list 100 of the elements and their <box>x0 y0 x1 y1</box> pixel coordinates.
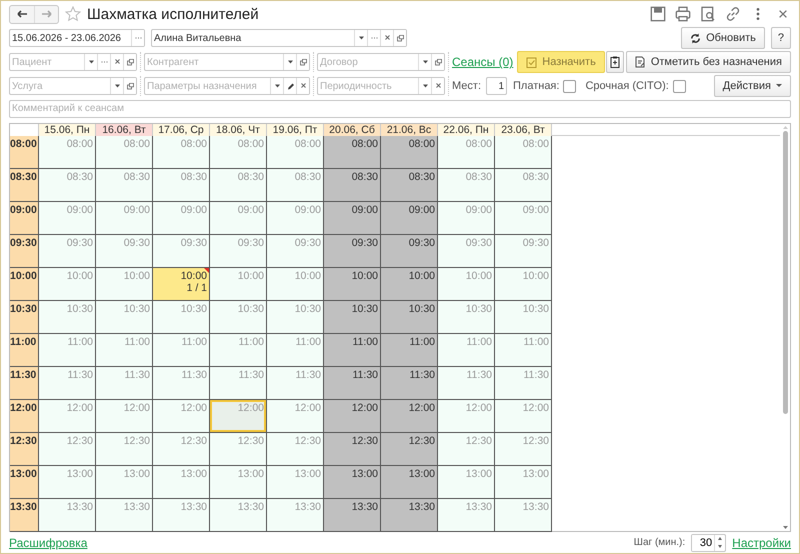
clear-button[interactable] <box>110 54 123 70</box>
time-slot[interactable]: 12:30 <box>39 433 96 466</box>
places-field[interactable]: 1 <box>487 78 506 94</box>
period-field[interactable]: 15.06.2026 - 23.06.2026 <box>9 29 145 48</box>
time-slot[interactable]: 11:00 <box>153 334 210 368</box>
time-slot[interactable]: 10:30 <box>324 301 381 334</box>
input-field[interactable]: Алина Витальевна <box>152 30 354 46</box>
time-slot[interactable]: 12:30 <box>495 433 552 466</box>
time-slot[interactable]: 13:30 <box>153 499 210 532</box>
time-slot[interactable]: 13:00 <box>495 466 552 500</box>
decrement-icon[interactable] <box>718 545 722 548</box>
dropdown-button[interactable] <box>418 54 431 70</box>
time-slot[interactable]: 10:00 <box>210 268 267 302</box>
time-slot[interactable]: 12:30 <box>210 433 267 466</box>
time-slot[interactable]: 10:30 <box>267 301 324 334</box>
clear-button[interactable] <box>296 78 309 94</box>
time-slot[interactable]: 12:00 <box>153 400 210 434</box>
refresh-button[interactable]: Обновить <box>681 27 765 50</box>
time-slot[interactable]: 12:00 <box>39 400 96 434</box>
time-slot[interactable]: 13:30 <box>495 499 552 532</box>
time-slot[interactable]: 08:30 <box>381 169 438 202</box>
time-slot[interactable]: 10:30 <box>153 301 210 334</box>
time-slot[interactable]: 09:30 <box>438 235 495 268</box>
settings-link[interactable]: Настройки <box>732 536 791 550</box>
time-slot[interactable]: 08:00 <box>267 136 324 170</box>
dropdown-button[interactable] <box>110 78 123 94</box>
time-slot[interactable]: 10:30 <box>210 301 267 334</box>
time-slot[interactable]: 13:00 <box>39 466 96 500</box>
time-slot[interactable]: 11:30 <box>39 367 96 400</box>
time-slot[interactable]: 13:00 <box>96 466 153 500</box>
booked-slot[interactable]: 10:00 1 / 1 <box>153 268 210 302</box>
time-slot[interactable]: 08:30 <box>96 169 153 202</box>
time-slot[interactable]: 13:30 <box>381 499 438 532</box>
time-slot[interactable]: 12:30 <box>381 433 438 466</box>
print-icon[interactable] <box>675 6 691 22</box>
time-slot[interactable]: 09:30 <box>381 235 438 268</box>
time-slot[interactable]: 08:00 <box>96 136 153 170</box>
time-slot[interactable]: 08:30 <box>39 169 96 202</box>
time-slot[interactable]: 10:30 <box>96 301 153 334</box>
time-slot[interactable]: 10:30 <box>495 301 552 334</box>
scroll-down-icon[interactable] <box>782 526 788 530</box>
time-slot[interactable]: 11:00 <box>495 334 552 368</box>
time-slot[interactable]: 11:00 <box>267 334 324 368</box>
time-slot[interactable]: 11:30 <box>96 367 153 400</box>
details-link[interactable]: Расшифровка <box>9 536 88 550</box>
time-slot[interactable]: 13:30 <box>39 499 96 532</box>
time-slot[interactable]: 09:00 <box>381 202 438 236</box>
time-slot[interactable]: 08:30 <box>153 169 210 202</box>
filter-field[interactable]: Контрагент <box>144 53 310 72</box>
time-slot[interactable]: 10:00 <box>96 268 153 302</box>
time-slot[interactable]: 11:00 <box>381 334 438 368</box>
time-slot[interactable]: 11:30 <box>153 367 210 400</box>
time-slot[interactable]: 09:00 <box>96 202 153 236</box>
time-slot[interactable]: 10:30 <box>381 301 438 334</box>
filter-field[interactable]: Периодичность <box>317 77 445 96</box>
filter-field[interactable]: Услуга <box>9 77 137 96</box>
time-slot[interactable]: 09:00 <box>267 202 324 236</box>
time-slot[interactable]: 10:00 <box>381 268 438 302</box>
increment-icon[interactable] <box>718 537 722 540</box>
dropdown-button[interactable] <box>84 54 97 70</box>
time-slot[interactable]: 13:00 <box>267 466 324 500</box>
sessions-link[interactable]: Сеансы (0) <box>452 55 514 70</box>
time-slot[interactable]: 13:30 <box>267 499 324 532</box>
time-slot[interactable]: 09:30 <box>267 235 324 268</box>
time-slot[interactable]: 08:00 <box>495 136 552 170</box>
time-slot[interactable]: 08:00 <box>153 136 210 170</box>
edit-button[interactable] <box>283 78 296 94</box>
input-field[interactable]: Периодичность <box>318 78 418 94</box>
time-slot[interactable]: 10:00 <box>267 268 324 302</box>
time-slot[interactable]: 09:00 <box>210 202 267 236</box>
time-slot[interactable]: 08:30 <box>267 169 324 202</box>
help-button[interactable]: ? <box>770 27 791 50</box>
clipboard-button[interactable] <box>606 51 624 74</box>
open-button[interactable] <box>431 54 444 70</box>
filter-field[interactable]: Параметры назначения <box>144 77 310 96</box>
time-slot[interactable]: 11:30 <box>438 367 495 400</box>
time-slot[interactable]: 09:30 <box>96 235 153 268</box>
time-slot[interactable]: 08:00 <box>324 136 381 170</box>
time-slot[interactable]: 11:00 <box>39 334 96 368</box>
time-slot[interactable]: 11:30 <box>324 367 381 400</box>
save-icon[interactable] <box>650 6 666 22</box>
time-slot[interactable]: 11:30 <box>495 367 552 400</box>
clear-button[interactable] <box>380 30 393 46</box>
time-slot[interactable]: 12:30 <box>267 433 324 466</box>
time-slot[interactable]: 12:00 <box>96 400 153 434</box>
input-field[interactable]: 30 <box>692 534 714 551</box>
time-slot[interactable]: 09:00 <box>324 202 381 236</box>
time-slot[interactable]: 11:00 <box>324 334 381 368</box>
time-slot[interactable]: 09:30 <box>153 235 210 268</box>
input-field[interactable]: Контрагент <box>145 54 283 70</box>
time-slot[interactable]: 09:00 <box>153 202 210 236</box>
time-slot[interactable]: 11:30 <box>210 367 267 400</box>
dropdown-button[interactable] <box>270 78 283 94</box>
time-slot[interactable]: 10:00 <box>495 268 552 302</box>
time-slot[interactable]: 13:00 <box>210 466 267 500</box>
time-slot[interactable]: 08:30 <box>324 169 381 202</box>
open-button[interactable] <box>123 54 136 70</box>
dropdown-button[interactable] <box>418 78 431 94</box>
time-slot[interactable]: 08:30 <box>495 169 552 202</box>
time-slot[interactable]: 12:00 <box>267 400 324 434</box>
